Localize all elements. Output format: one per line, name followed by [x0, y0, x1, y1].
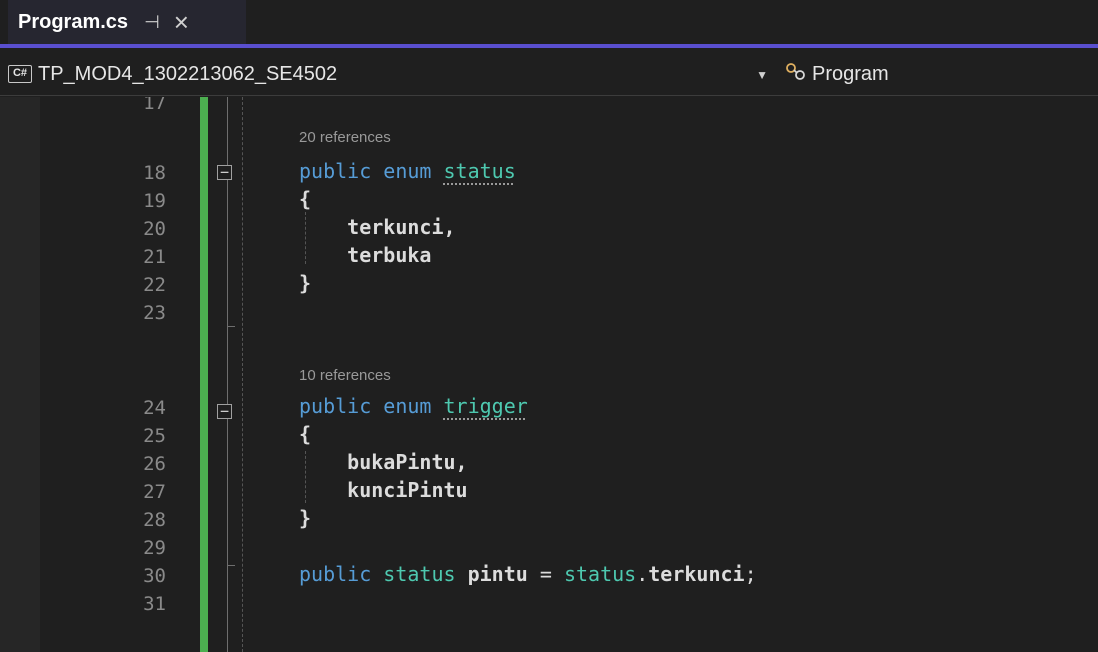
field-pintu: pintu — [467, 562, 528, 586]
line-number: 25 — [143, 425, 166, 447]
type-dropdown[interactable]: Program — [778, 56, 1098, 92]
code-line-24: public enum trigger — [299, 392, 528, 420]
type-name: Program — [812, 62, 889, 85]
project-dropdown[interactable]: C# TP_MOD4_1302213062_SE4502 ▼ — [8, 56, 772, 92]
operator-dot: . — [636, 562, 649, 586]
close-brace: } — [299, 271, 312, 295]
keyword-public: public — [299, 159, 372, 183]
line-number: 31 — [143, 593, 166, 615]
enum-member-kuncipintu: kunciPintu — [347, 478, 468, 502]
code-line-20: terkunci, — [299, 213, 456, 241]
keyword-public: public — [299, 394, 372, 418]
codelens-references[interactable]: 20 references — [299, 127, 391, 149]
enum-name-trigger[interactable]: trigger — [444, 394, 528, 418]
line-number: 26 — [143, 453, 166, 475]
line-number: 28 — [143, 509, 166, 531]
keyword-public: public — [299, 562, 372, 586]
line-number: 20 — [143, 218, 166, 240]
code-line-27: kunciPintu — [299, 476, 468, 504]
chevron-down-icon[interactable]: ▼ — [756, 68, 768, 82]
code-editor[interactable]: − − 17 18 19 20 21 22 23 24 25 26 27 28 … — [0, 97, 1098, 652]
open-brace: { — [299, 187, 312, 211]
outline-end-tick — [227, 326, 235, 327]
type-status: status — [383, 562, 456, 586]
line-number: 21 — [143, 246, 166, 268]
code-line-18: public enum status — [299, 157, 516, 185]
pin-icon[interactable]: ⊣ — [144, 12, 160, 33]
operator-equals: = — [539, 562, 552, 586]
collapse-trigger-icon[interactable]: − — [217, 404, 232, 419]
line-number: 29 — [143, 537, 166, 559]
editor-window: Program.cs ⊣ × C# TP_MOD4_1302213062_SE4… — [0, 0, 1098, 652]
code-line-28: } — [299, 504, 311, 532]
project-name: TP_MOD4_1302213062_SE4502 — [38, 62, 338, 85]
keyword-enum: enum — [383, 159, 432, 183]
enum-member-terkunci: terkunci, — [347, 215, 456, 239]
code-line-22: } — [299, 269, 311, 297]
tab-title: Program.cs — [18, 10, 129, 33]
enum-member-bukapintu: bukaPintu, — [347, 450, 468, 474]
open-brace: { — [299, 422, 312, 446]
indent-guide — [242, 97, 243, 652]
code-line-30: public status pintu = status.terkunci; — [299, 560, 757, 588]
code-line-21: terbuka — [299, 241, 431, 269]
line-number: 19 — [143, 190, 166, 212]
line-number: 22 — [143, 274, 166, 296]
tab-program-cs[interactable]: Program.cs ⊣ × — [8, 0, 246, 44]
outline-end-tick — [227, 565, 235, 566]
line-number: 23 — [143, 302, 166, 324]
indicator-margin — [0, 97, 40, 652]
collapse-status-icon[interactable]: − — [217, 165, 232, 180]
member-terkunci-ref: terkunci — [648, 562, 745, 586]
document-tab-strip: Program.cs ⊣ × — [0, 0, 1098, 48]
close-brace: } — [299, 506, 312, 530]
type-status-ref: status — [563, 562, 637, 586]
csharp-project-icon: C# — [8, 65, 32, 83]
line-number: 27 — [143, 481, 166, 503]
semicolon: ; — [744, 562, 757, 586]
line-number: 30 — [143, 565, 166, 587]
class-icon — [782, 61, 810, 88]
keyword-enum: enum — [383, 394, 432, 418]
line-number: 17 — [143, 97, 166, 114]
navigation-bar: C# TP_MOD4_1302213062_SE4502 ▼ Program — [0, 52, 1098, 96]
code-line-19: { — [299, 185, 311, 213]
codelens-references[interactable]: 10 references — [299, 365, 391, 387]
code-line-25: { — [299, 420, 311, 448]
close-icon[interactable]: × — [174, 9, 189, 35]
enum-member-terbuka: terbuka — [347, 243, 432, 267]
code-line-26: bukaPintu, — [299, 448, 468, 476]
change-tracking-bar — [200, 97, 208, 652]
enum-name-status[interactable]: status — [444, 159, 516, 183]
line-number: 24 — [143, 397, 166, 419]
line-number: 18 — [143, 162, 166, 184]
